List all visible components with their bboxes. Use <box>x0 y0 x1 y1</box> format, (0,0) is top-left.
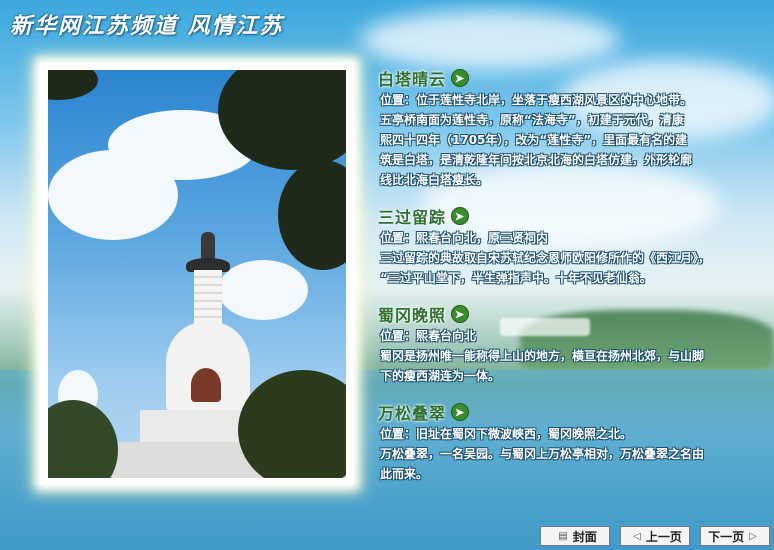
photo-tree <box>48 400 118 478</box>
section-baita-qingyun: 白塔晴云 ➤ 位置：位于莲性寺北岸，坐落于瘦西湖风景区的中心地带。 五亭桥南面为… <box>378 66 758 190</box>
section-title: 三过留踪 <box>378 208 447 227</box>
next-label: 下一页 <box>708 529 745 544</box>
content-area: 白塔晴云 ➤ 位置：位于莲性寺北岸，坐落于瘦西湖风景区的中心地带。 五亭桥南面为… <box>378 66 758 498</box>
document-icon: ▤ <box>558 530 568 542</box>
section-title: 白塔晴云 <box>378 70 447 89</box>
arrow-right-circle-icon[interactable]: ➤ <box>451 69 470 87</box>
prev-page-button[interactable]: ◁ 上一页 <box>620 526 690 546</box>
section-line: 五亭桥南面为莲性寺，原称“法海寺”，初建于元代，清康 <box>380 113 684 127</box>
pagoda-spire <box>201 232 215 260</box>
next-page-button[interactable]: 下一页 ▷ <box>700 526 770 546</box>
section-line: 位置：熙春台向北，原三贤祠内 <box>380 231 549 245</box>
section-line: 位置：位于莲性寺北岸，坐落于瘦西湖风景区的中心地带。 <box>380 93 693 107</box>
section-sanguo-liuzong: 三过留踪 ➤ 位置：熙春台向北，原三贤祠内 三过留踪的典故取自宋苏轼纪念恩师欧阳… <box>378 204 758 288</box>
section-line: 筑是白塔，是清乾隆年间按北京北海的白塔仿建，外形轮廓 <box>380 153 693 167</box>
section-line: 线比北海白塔瘦长。 <box>380 173 489 187</box>
section-title-link[interactable]: 三过留踪 ➤ <box>378 204 758 228</box>
section-line: 此而来。 <box>380 467 429 481</box>
section-title-link[interactable]: 白塔晴云 ➤ <box>378 66 758 90</box>
section-line: 万松叠翠，一名吴园。与蜀冈上万松亭相对，万松叠翠之名由 <box>380 447 705 461</box>
arrow-right-circle-icon[interactable]: ➤ <box>451 403 470 421</box>
section-line: 位置：熙春台向北 <box>380 329 477 343</box>
page: 新华网江苏频道 风情江苏 白塔晴云 ➤ 位置：位于莲性寺北岸，坐落于瘦西湖风景区… <box>0 0 774 550</box>
photo-branch <box>48 70 98 100</box>
section-line: “三过平山堂下，半生弹指声中。十年不见老仙翁。 <box>380 271 652 285</box>
photo-cloud <box>218 260 308 320</box>
section-title: 蜀冈晚照 <box>378 306 447 325</box>
chevron-right-icon: ▷ <box>749 530 757 542</box>
section-line: 下的瘦西湖连为一体。 <box>380 369 501 383</box>
section-body: 位置：位于莲性寺北岸，坐落于瘦西湖风景区的中心地带。 五亭桥南面为莲性寺，原称“… <box>378 90 758 190</box>
section-body: 位置：熙春台向北 蜀冈是扬州唯一能称得上山的地方，横亘在扬州北郊，与山脚 下的瘦… <box>378 326 758 386</box>
section-shugang-wanzhao: 蜀冈晚照 ➤ 位置：熙春台向北 蜀冈是扬州唯一能称得上山的地方，横亘在扬州北郊，… <box>378 302 758 386</box>
arrow-right-circle-icon[interactable]: ➤ <box>451 305 470 323</box>
section-title-link[interactable]: 蜀冈晚照 ➤ <box>378 302 758 326</box>
section-title: 万松叠翠 <box>378 404 447 423</box>
section-body: 位置：旧址在蜀冈下微波峡西，蜀冈晚照之北。 万松叠翠，一名吴园。与蜀冈上万松亭相… <box>378 424 758 484</box>
white-pagoda-photo <box>48 70 346 478</box>
section-line: 三过留踪的典故取自宋苏轼纪念恩师欧阳修所作的《西江月》， <box>380 251 711 265</box>
cover-button[interactable]: ▤ 封面 <box>540 526 610 546</box>
photo-branch <box>278 160 346 270</box>
section-line: 蜀冈是扬州唯一能称得上山的地方，横亘在扬州北郊，与山脚 <box>380 349 705 363</box>
site-title: 新华网江苏频道 风情江苏 <box>10 13 284 39</box>
photo-frame <box>40 63 354 485</box>
section-line: 熙四十四年（1705年），改为“莲性寺”，里面最有名的建 <box>380 133 688 147</box>
photo-cloud <box>48 150 178 240</box>
prev-label: 上一页 <box>645 529 682 544</box>
bg-cloud <box>360 10 620 70</box>
pagoda-neck <box>194 270 222 326</box>
cover-label: 封面 <box>572 529 597 544</box>
chevron-left-icon: ◁ <box>633 530 641 542</box>
section-wansong-diecui: 万松叠翠 ➤ 位置：旧址在蜀冈下微波峡西，蜀冈晚照之北。 万松叠翠，一名吴园。与… <box>378 400 758 484</box>
pagoda-door <box>191 368 221 402</box>
arrow-right-circle-icon[interactable]: ➤ <box>451 207 470 225</box>
section-title-link[interactable]: 万松叠翠 ➤ <box>378 400 758 424</box>
photo-tree <box>238 370 346 478</box>
section-body: 位置：熙春台向北，原三贤祠内 三过留踪的典故取自宋苏轼纪念恩师欧阳修所作的《西江… <box>378 228 758 288</box>
section-line: 位置：旧址在蜀冈下微波峡西，蜀冈晚照之北。 <box>380 427 633 441</box>
